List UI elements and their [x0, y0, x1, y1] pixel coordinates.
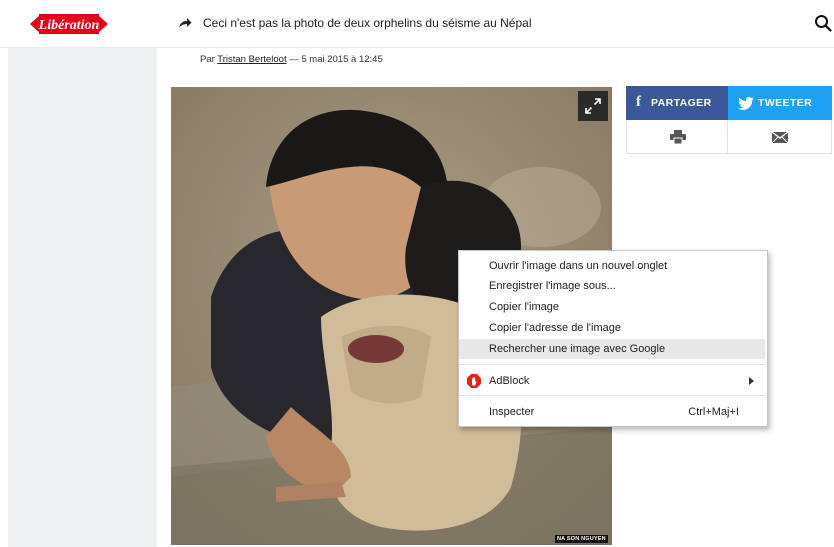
mail-icon — [772, 132, 788, 143]
menu-item-label: Copier l'image — [489, 301, 559, 313]
email-button[interactable] — [728, 120, 832, 154]
menu-separator — [459, 364, 765, 365]
liberation-logo[interactable]: Libération — [30, 11, 108, 37]
top-bar: Libération Ceci n'est pas la photo de de… — [0, 0, 834, 48]
menu-item-label: Ouvrir l'image dans un nouvel onglet — [489, 260, 668, 272]
byline-prefix: Par — [200, 54, 218, 65]
print-button[interactable] — [626, 120, 728, 154]
menu-item-label: Copier l'adresse de l'image — [489, 322, 621, 334]
menu-item-open-image-new-tab[interactable]: Ouvrir l'image dans un nouvel onglet — [459, 256, 765, 276]
share-box: f PARTAGER TWEETER — [626, 86, 832, 156]
menu-item-copy-image[interactable]: Copier l'image — [459, 297, 765, 317]
menu-item-save-image-as[interactable]: Enregistrer l'image sous... — [459, 276, 765, 296]
logo-text: Libération — [38, 18, 100, 33]
facebook-icon: f — [636, 94, 641, 110]
byline: Par Tristan Berteloot — 5 mai 2015 à 12:… — [200, 54, 383, 65]
adblock-icon — [467, 374, 481, 388]
submenu-arrow-icon — [749, 377, 754, 385]
article-headline[interactable]: Ceci n'est pas la photo de deux orphelin… — [203, 16, 532, 30]
menu-item-label: Rechercher une image avec Google — [489, 343, 666, 355]
menu-item-search-image-google[interactable]: Rechercher une image avec Google — [459, 339, 765, 359]
twitter-bird-icon — [738, 97, 754, 110]
facebook-share-label: PARTAGER — [651, 97, 712, 109]
menu-separator — [459, 395, 765, 396]
menu-item-label: Inspecter — [489, 406, 535, 418]
author-link[interactable]: Tristan Berteloot — [217, 54, 286, 65]
menu-item-label: Enregistrer l'image sous... — [489, 280, 616, 292]
menu-item-inspect[interactable]: Inspecter Ctrl+Maj+I — [459, 402, 765, 422]
menu-item-copy-image-address[interactable]: Copier l'adresse de l'image — [459, 318, 765, 338]
twitter-share-button[interactable]: TWEETER — [728, 86, 832, 120]
twitter-share-label: TWEETER — [758, 97, 813, 109]
print-icon — [670, 130, 686, 144]
left-sidebar — [8, 48, 157, 547]
menu-item-shortcut: Ctrl+Maj+I — [688, 406, 739, 418]
share-arrow-icon — [179, 18, 192, 28]
context-menu: Ouvrir l'image dans un nouvel onglet Enr… — [458, 250, 768, 427]
byline-date: — 5 mai 2015 à 12:45 — [286, 54, 383, 65]
expand-icon[interactable] — [578, 91, 608, 121]
menu-item-adblock[interactable]: AdBlock — [459, 371, 765, 391]
menu-item-label: AdBlock — [489, 375, 530, 387]
facebook-share-button[interactable]: f PARTAGER — [626, 86, 728, 120]
photo-credit: NA SON NGUYEN — [555, 535, 608, 543]
search-icon[interactable] — [814, 14, 832, 32]
